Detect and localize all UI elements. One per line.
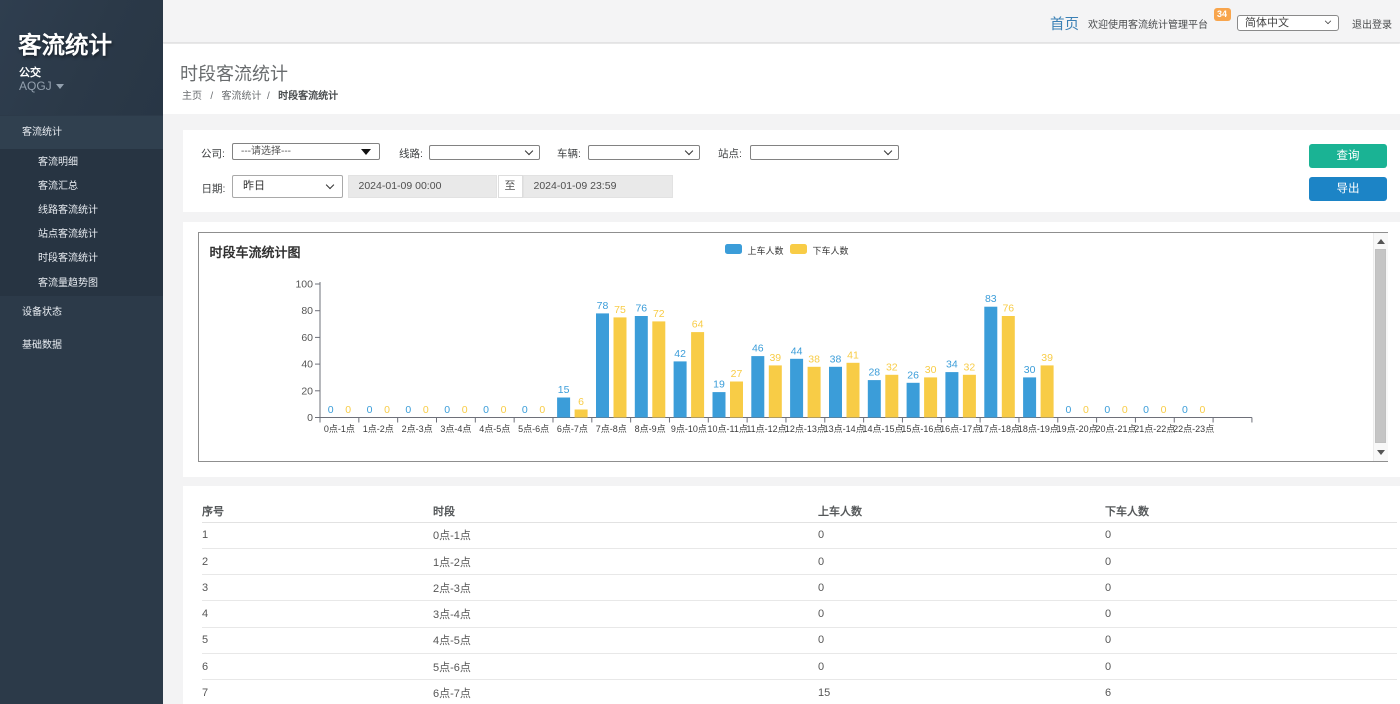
svg-text:41: 41 [847,349,859,361]
svg-text:0: 0 [444,404,450,416]
svg-text:40: 40 [301,359,313,371]
svg-text:15点-16点: 15点-16点 [901,424,942,434]
svg-text:21点-22点: 21点-22点 [1134,424,1175,434]
svg-text:30: 30 [1024,364,1036,376]
svg-text:16点-17点: 16点-17点 [940,424,981,434]
svg-text:20点-21点: 20点-21点 [1095,424,1136,434]
svg-text:0: 0 [1065,404,1071,416]
svg-text:12点-13点: 12点-13点 [785,424,826,434]
svg-text:6点-7点: 6点-7点 [557,424,588,434]
svg-text:27: 27 [731,368,743,380]
svg-text:20: 20 [301,385,313,397]
svg-text:80: 80 [301,305,313,317]
svg-text:34: 34 [946,359,958,371]
svg-text:28: 28 [868,367,880,379]
svg-text:0: 0 [501,404,507,416]
svg-text:38: 38 [808,353,820,365]
svg-text:6: 6 [578,396,584,408]
svg-text:0: 0 [539,404,545,416]
svg-text:7点-8点: 7点-8点 [596,424,627,434]
svg-text:10点-11点: 10点-11点 [708,424,748,434]
svg-text:0点-1点: 0点-1点 [324,424,355,434]
svg-text:18点-19点: 18点-19点 [1018,424,1059,434]
svg-text:83: 83 [985,293,997,305]
svg-text:8点-9点: 8点-9点 [635,424,666,434]
svg-text:32: 32 [886,361,898,373]
svg-text:46: 46 [752,343,764,355]
svg-text:0: 0 [1161,404,1167,416]
svg-text:0: 0 [405,404,411,416]
svg-text:0: 0 [462,404,468,416]
svg-text:22点-23点: 22点-23点 [1173,424,1214,434]
svg-text:17点-18点: 17点-18点 [979,424,1020,434]
svg-text:3点-4点: 3点-4点 [440,424,471,434]
svg-text:15: 15 [558,384,570,396]
svg-text:0: 0 [307,412,313,424]
svg-text:2点-3点: 2点-3点 [402,424,433,434]
svg-text:76: 76 [635,303,647,315]
svg-text:0: 0 [1143,404,1149,416]
svg-text:0: 0 [483,404,489,416]
svg-text:0: 0 [522,404,528,416]
svg-text:9点-10点: 9点-10点 [671,424,707,434]
svg-text:26: 26 [907,369,919,381]
svg-text:0: 0 [345,404,351,416]
svg-text:0: 0 [1199,404,1205,416]
svg-text:4点-5点: 4点-5点 [479,424,510,434]
svg-text:38: 38 [830,353,842,365]
svg-text:44: 44 [791,345,803,357]
svg-text:64: 64 [692,319,704,331]
svg-text:75: 75 [614,304,626,316]
svg-text:60: 60 [301,332,313,344]
svg-text:39: 39 [769,352,781,364]
svg-text:0: 0 [384,404,390,416]
svg-text:0: 0 [423,404,429,416]
svg-text:1点-2点: 1点-2点 [363,424,394,434]
svg-text:0: 0 [1104,404,1110,416]
svg-text:0: 0 [367,404,373,416]
svg-text:0: 0 [328,404,334,416]
svg-text:100: 100 [295,279,313,291]
svg-text:76: 76 [1002,303,1014,315]
svg-text:32: 32 [964,361,976,373]
svg-text:0: 0 [1182,404,1188,416]
svg-text:39: 39 [1041,352,1053,364]
svg-text:13点-14点: 13点-14点 [824,424,865,434]
svg-text:0: 0 [1083,404,1089,416]
svg-text:14点-15点: 14点-15点 [862,424,903,434]
svg-text:42: 42 [674,348,686,360]
svg-text:5点-6点: 5点-6点 [518,424,549,434]
svg-text:11点-12点: 11点-12点 [746,424,786,434]
svg-text:0: 0 [1122,404,1128,416]
svg-text:19点-20点: 19点-20点 [1057,424,1098,434]
svg-text:30: 30 [925,364,937,376]
svg-text:19: 19 [713,379,725,391]
svg-text:72: 72 [653,308,665,320]
svg-text:78: 78 [597,300,609,312]
